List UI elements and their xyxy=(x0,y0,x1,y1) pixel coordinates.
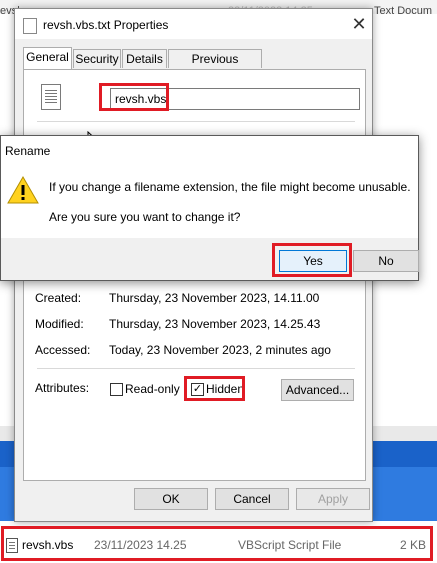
tab-general[interactable]: General xyxy=(23,47,72,69)
modified-label: Modified: xyxy=(35,317,84,331)
cancel-button[interactable]: Cancel xyxy=(215,488,289,510)
close-icon[interactable]: ✕ xyxy=(347,12,371,36)
readonly-label[interactable]: Read-only xyxy=(125,382,180,396)
yes-button-highlight xyxy=(272,243,352,277)
tab-security[interactable]: Security xyxy=(73,49,121,68)
tab-previous-versions[interactable]: Previous Versions xyxy=(168,49,262,84)
file-row-highlight xyxy=(1,526,433,561)
modified-value: Thursday, 23 November 2023, 14.25.43 xyxy=(109,317,321,331)
created-label: Created: xyxy=(35,291,82,305)
rename-warning-message: If you change a filename extension, the … xyxy=(49,180,411,194)
tab-details[interactable]: Details xyxy=(122,49,167,68)
no-button[interactable]: No xyxy=(353,250,419,272)
separator xyxy=(37,368,355,369)
rename-title: Rename xyxy=(5,144,51,158)
apply-button[interactable]: Apply xyxy=(296,488,370,510)
ok-button[interactable]: OK xyxy=(134,488,208,510)
properties-titlebar[interactable]: revsh.vbs.txt Properties ✕ xyxy=(15,9,372,39)
properties-title: revsh.vbs.txt Properties xyxy=(43,18,169,32)
separator xyxy=(37,121,355,122)
background-type-fragment: Text Docum xyxy=(374,5,433,17)
readonly-checkbox[interactable] xyxy=(110,383,123,396)
filename-highlight xyxy=(99,83,169,111)
rename-dialog: Rename If you change a filename extensio… xyxy=(0,135,419,281)
hidden-highlight xyxy=(184,376,245,401)
advanced-button[interactable]: Advanced... xyxy=(281,379,354,401)
accessed-label: Accessed: xyxy=(35,343,91,357)
created-value: Thursday, 23 November 2023, 14.11.00 xyxy=(109,291,320,305)
accessed-value: Today, 23 November 2023, 2 minutes ago xyxy=(109,343,331,357)
file-type-icon xyxy=(41,84,61,110)
attributes-label: Attributes: xyxy=(35,381,90,395)
warning-icon xyxy=(7,175,39,204)
rename-confirm-question: Are you sure you want to change it? xyxy=(49,210,241,224)
document-icon xyxy=(23,18,37,34)
